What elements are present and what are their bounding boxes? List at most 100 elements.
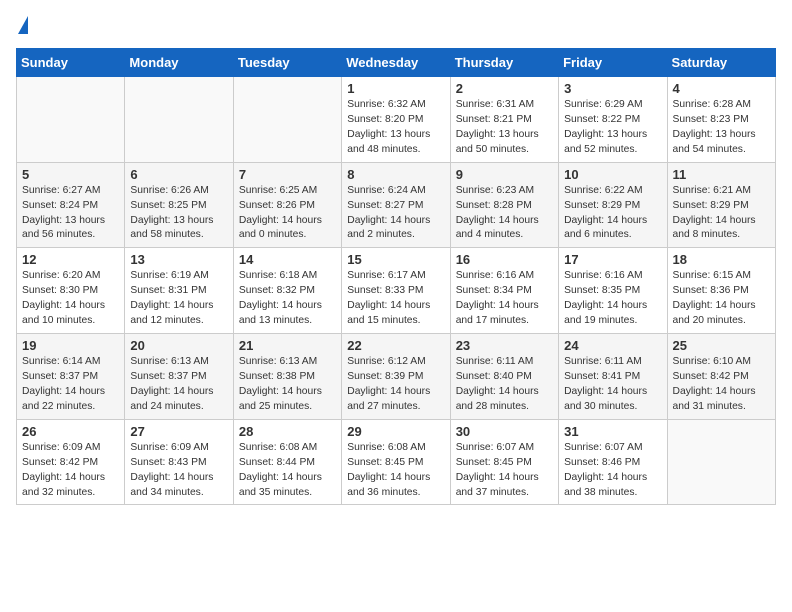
calendar-cell: 13 Sunrise: 6:19 AM Sunset: 8:31 PM Dayli… bbox=[125, 248, 233, 334]
day-info: Sunrise: 6:31 AM Sunset: 8:21 PM Dayligh… bbox=[456, 98, 553, 158]
day-info: Sunrise: 6:27 AM Sunset: 8:24 PM Dayligh… bbox=[22, 184, 119, 244]
day-number: 10 bbox=[564, 167, 661, 182]
calendar-header-sunday: Sunday bbox=[17, 49, 125, 77]
day-info: Sunrise: 6:25 AM Sunset: 8:26 PM Dayligh… bbox=[239, 184, 336, 244]
calendar-cell: 11 Sunrise: 6:21 AM Sunset: 8:29 PM Dayli… bbox=[667, 162, 775, 248]
day-info: Sunrise: 6:32 AM Sunset: 8:20 PM Dayligh… bbox=[347, 98, 444, 158]
day-info: Sunrise: 6:07 AM Sunset: 8:45 PM Dayligh… bbox=[456, 441, 553, 501]
day-number: 19 bbox=[22, 338, 119, 353]
day-info: Sunrise: 6:11 AM Sunset: 8:41 PM Dayligh… bbox=[564, 355, 661, 415]
day-number: 3 bbox=[564, 81, 661, 96]
calendar-cell: 2 Sunrise: 6:31 AM Sunset: 8:21 PM Daylig… bbox=[450, 77, 558, 163]
day-info: Sunrise: 6:22 AM Sunset: 8:29 PM Dayligh… bbox=[564, 184, 661, 244]
day-number: 5 bbox=[22, 167, 119, 182]
day-info: Sunrise: 6:17 AM Sunset: 8:33 PM Dayligh… bbox=[347, 269, 444, 329]
day-info: Sunrise: 6:20 AM Sunset: 8:30 PM Dayligh… bbox=[22, 269, 119, 329]
day-info: Sunrise: 6:24 AM Sunset: 8:27 PM Dayligh… bbox=[347, 184, 444, 244]
calendar-header-thursday: Thursday bbox=[450, 49, 558, 77]
calendar-cell: 12 Sunrise: 6:20 AM Sunset: 8:30 PM Dayli… bbox=[17, 248, 125, 334]
day-info: Sunrise: 6:09 AM Sunset: 8:42 PM Dayligh… bbox=[22, 441, 119, 501]
calendar-cell: 8 Sunrise: 6:24 AM Sunset: 8:27 PM Daylig… bbox=[342, 162, 450, 248]
day-number: 14 bbox=[239, 252, 336, 267]
calendar-header-friday: Friday bbox=[559, 49, 667, 77]
day-number: 27 bbox=[130, 424, 227, 439]
day-number: 30 bbox=[456, 424, 553, 439]
day-number: 15 bbox=[347, 252, 444, 267]
day-info: Sunrise: 6:07 AM Sunset: 8:46 PM Dayligh… bbox=[564, 441, 661, 501]
day-number: 28 bbox=[239, 424, 336, 439]
calendar-header-monday: Monday bbox=[125, 49, 233, 77]
calendar-week-row: 1 Sunrise: 6:32 AM Sunset: 8:20 PM Daylig… bbox=[17, 77, 776, 163]
day-number: 21 bbox=[239, 338, 336, 353]
day-info: Sunrise: 6:21 AM Sunset: 8:29 PM Dayligh… bbox=[673, 184, 770, 244]
calendar-cell: 23 Sunrise: 6:11 AM Sunset: 8:40 PM Dayli… bbox=[450, 334, 558, 420]
calendar-cell bbox=[233, 77, 341, 163]
day-number: 11 bbox=[673, 167, 770, 182]
calendar-week-row: 12 Sunrise: 6:20 AM Sunset: 8:30 PM Dayli… bbox=[17, 248, 776, 334]
day-info: Sunrise: 6:15 AM Sunset: 8:36 PM Dayligh… bbox=[673, 269, 770, 329]
calendar-cell: 22 Sunrise: 6:12 AM Sunset: 8:39 PM Dayli… bbox=[342, 334, 450, 420]
day-number: 1 bbox=[347, 81, 444, 96]
page-header bbox=[16, 16, 776, 36]
calendar-week-row: 26 Sunrise: 6:09 AM Sunset: 8:42 PM Dayli… bbox=[17, 419, 776, 505]
calendar-week-row: 19 Sunrise: 6:14 AM Sunset: 8:37 PM Dayli… bbox=[17, 334, 776, 420]
day-info: Sunrise: 6:08 AM Sunset: 8:45 PM Dayligh… bbox=[347, 441, 444, 501]
calendar-cell: 24Sunrise: 6:11 AM Sunset: 8:41 PM Dayli… bbox=[559, 334, 667, 420]
day-info: Sunrise: 6:12 AM Sunset: 8:39 PM Dayligh… bbox=[347, 355, 444, 415]
calendar-cell: 30 Sunrise: 6:07 AM Sunset: 8:45 PM Dayli… bbox=[450, 419, 558, 505]
day-number: 2 bbox=[456, 81, 553, 96]
day-info: Sunrise: 6:28 AM Sunset: 8:23 PM Dayligh… bbox=[673, 98, 770, 158]
day-number: 20 bbox=[130, 338, 227, 353]
day-number: 18 bbox=[673, 252, 770, 267]
day-number: 12 bbox=[22, 252, 119, 267]
calendar-cell: 29Sunrise: 6:08 AM Sunset: 8:45 PM Dayli… bbox=[342, 419, 450, 505]
day-info: Sunrise: 6:13 AM Sunset: 8:37 PM Dayligh… bbox=[130, 355, 227, 415]
day-number: 31 bbox=[564, 424, 661, 439]
logo bbox=[16, 16, 28, 36]
day-number: 7 bbox=[239, 167, 336, 182]
day-number: 8 bbox=[347, 167, 444, 182]
day-info: Sunrise: 6:23 AM Sunset: 8:28 PM Dayligh… bbox=[456, 184, 553, 244]
calendar-cell: 4 Sunrise: 6:28 AM Sunset: 8:23 PM Daylig… bbox=[667, 77, 775, 163]
day-info: Sunrise: 6:10 AM Sunset: 8:42 PM Dayligh… bbox=[673, 355, 770, 415]
day-info: Sunrise: 6:16 AM Sunset: 8:35 PM Dayligh… bbox=[564, 269, 661, 329]
day-info: Sunrise: 6:09 AM Sunset: 8:43 PM Dayligh… bbox=[130, 441, 227, 501]
calendar-cell: 25Sunrise: 6:10 AM Sunset: 8:42 PM Dayli… bbox=[667, 334, 775, 420]
day-info: Sunrise: 6:13 AM Sunset: 8:38 PM Dayligh… bbox=[239, 355, 336, 415]
day-number: 4 bbox=[673, 81, 770, 96]
calendar-header-row: SundayMondayTuesdayWednesdayThursdayFrid… bbox=[17, 49, 776, 77]
day-number: 16 bbox=[456, 252, 553, 267]
calendar-cell: 1 Sunrise: 6:32 AM Sunset: 8:20 PM Daylig… bbox=[342, 77, 450, 163]
calendar-cell bbox=[17, 77, 125, 163]
calendar-cell: 20 Sunrise: 6:13 AM Sunset: 8:37 PM Dayli… bbox=[125, 334, 233, 420]
day-info: Sunrise: 6:08 AM Sunset: 8:44 PM Dayligh… bbox=[239, 441, 336, 501]
day-number: 9 bbox=[456, 167, 553, 182]
calendar-cell: 31 Sunrise: 6:07 AM Sunset: 8:46 PM Dayli… bbox=[559, 419, 667, 505]
day-number: 23 bbox=[456, 338, 553, 353]
calendar-table: SundayMondayTuesdayWednesdayThursdayFrid… bbox=[16, 48, 776, 505]
calendar-cell: 18 Sunrise: 6:15 AM Sunset: 8:36 PM Dayli… bbox=[667, 248, 775, 334]
calendar-week-row: 5 Sunrise: 6:27 AM Sunset: 8:24 PM Daylig… bbox=[17, 162, 776, 248]
calendar-header-saturday: Saturday bbox=[667, 49, 775, 77]
calendar-cell: 17 Sunrise: 6:16 AM Sunset: 8:35 PM Dayli… bbox=[559, 248, 667, 334]
calendar-cell bbox=[125, 77, 233, 163]
calendar-cell: 6Sunrise: 6:26 AM Sunset: 8:25 PM Daylig… bbox=[125, 162, 233, 248]
day-number: 17 bbox=[564, 252, 661, 267]
day-number: 22 bbox=[347, 338, 444, 353]
calendar-header-wednesday: Wednesday bbox=[342, 49, 450, 77]
calendar-header-tuesday: Tuesday bbox=[233, 49, 341, 77]
day-info: Sunrise: 6:11 AM Sunset: 8:40 PM Dayligh… bbox=[456, 355, 553, 415]
day-number: 26 bbox=[22, 424, 119, 439]
calendar-cell: 5 Sunrise: 6:27 AM Sunset: 8:24 PM Daylig… bbox=[17, 162, 125, 248]
calendar-cell bbox=[667, 419, 775, 505]
day-number: 13 bbox=[130, 252, 227, 267]
calendar-cell: 7 Sunrise: 6:25 AM Sunset: 8:26 PM Daylig… bbox=[233, 162, 341, 248]
day-info: Sunrise: 6:29 AM Sunset: 8:22 PM Dayligh… bbox=[564, 98, 661, 158]
calendar-cell: 16Sunrise: 6:16 AM Sunset: 8:34 PM Dayli… bbox=[450, 248, 558, 334]
calendar-cell: 19 Sunrise: 6:14 AM Sunset: 8:37 PM Dayli… bbox=[17, 334, 125, 420]
day-info: Sunrise: 6:19 AM Sunset: 8:31 PM Dayligh… bbox=[130, 269, 227, 329]
calendar-cell: 9 Sunrise: 6:23 AM Sunset: 8:28 PM Daylig… bbox=[450, 162, 558, 248]
calendar-cell: 26 Sunrise: 6:09 AM Sunset: 8:42 PM Dayli… bbox=[17, 419, 125, 505]
day-info: Sunrise: 6:14 AM Sunset: 8:37 PM Dayligh… bbox=[22, 355, 119, 415]
logo-triangle-icon bbox=[18, 16, 28, 34]
